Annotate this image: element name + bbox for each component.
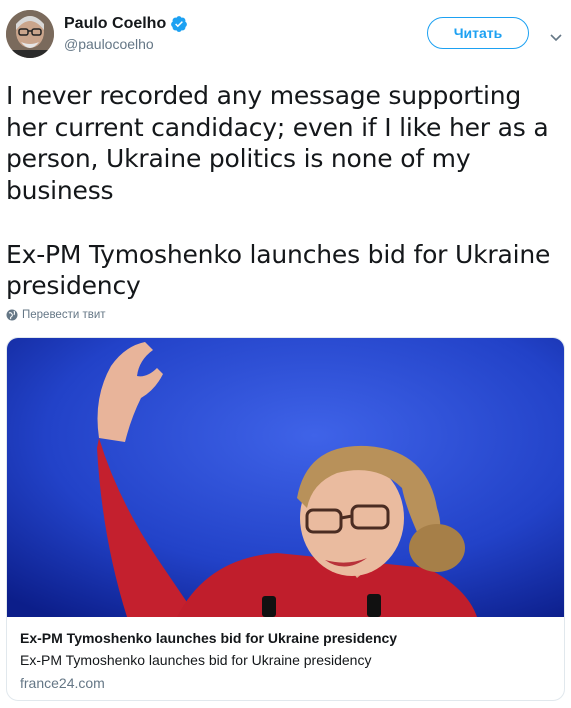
globe-icon [6, 309, 18, 321]
card-body[interactable]: Ex-PM Tymoshenko launches bid for Ukrain… [20, 629, 550, 693]
avatar[interactable] [6, 10, 54, 58]
tweet-header: Paulo Coelho @paulocoelho Читать [6, 10, 565, 62]
avatar-photo [6, 10, 54, 58]
translate-link[interactable]: Перевести твит [6, 309, 106, 321]
link-card[interactable]: Ex-PM Tymoshenko launches bid for Ukrain… [6, 337, 565, 701]
card-description: Ex-PM Tymoshenko launches bid for Ukrain… [20, 652, 372, 668]
article-photo[interactable] [7, 338, 564, 617]
card-domain: france24.com [20, 675, 105, 691]
card-title[interactable]: Ex-PM Tymoshenko launches bid for Ukrain… [20, 629, 550, 648]
author-handle[interactable]: @paulocoelho [64, 36, 188, 52]
author-name[interactable]: Paulo Coelho [64, 15, 166, 33]
tweet-text: I never recorded any message supporting … [6, 81, 551, 301]
translate-label[interactable]: Перевести твит [22, 309, 106, 321]
verified-badge-icon [170, 15, 188, 33]
follow-button[interactable]: Читать [427, 17, 529, 49]
chevron-down-icon[interactable] [549, 30, 563, 42]
author-info[interactable]: Paulo Coelho @paulocoelho [64, 15, 188, 52]
